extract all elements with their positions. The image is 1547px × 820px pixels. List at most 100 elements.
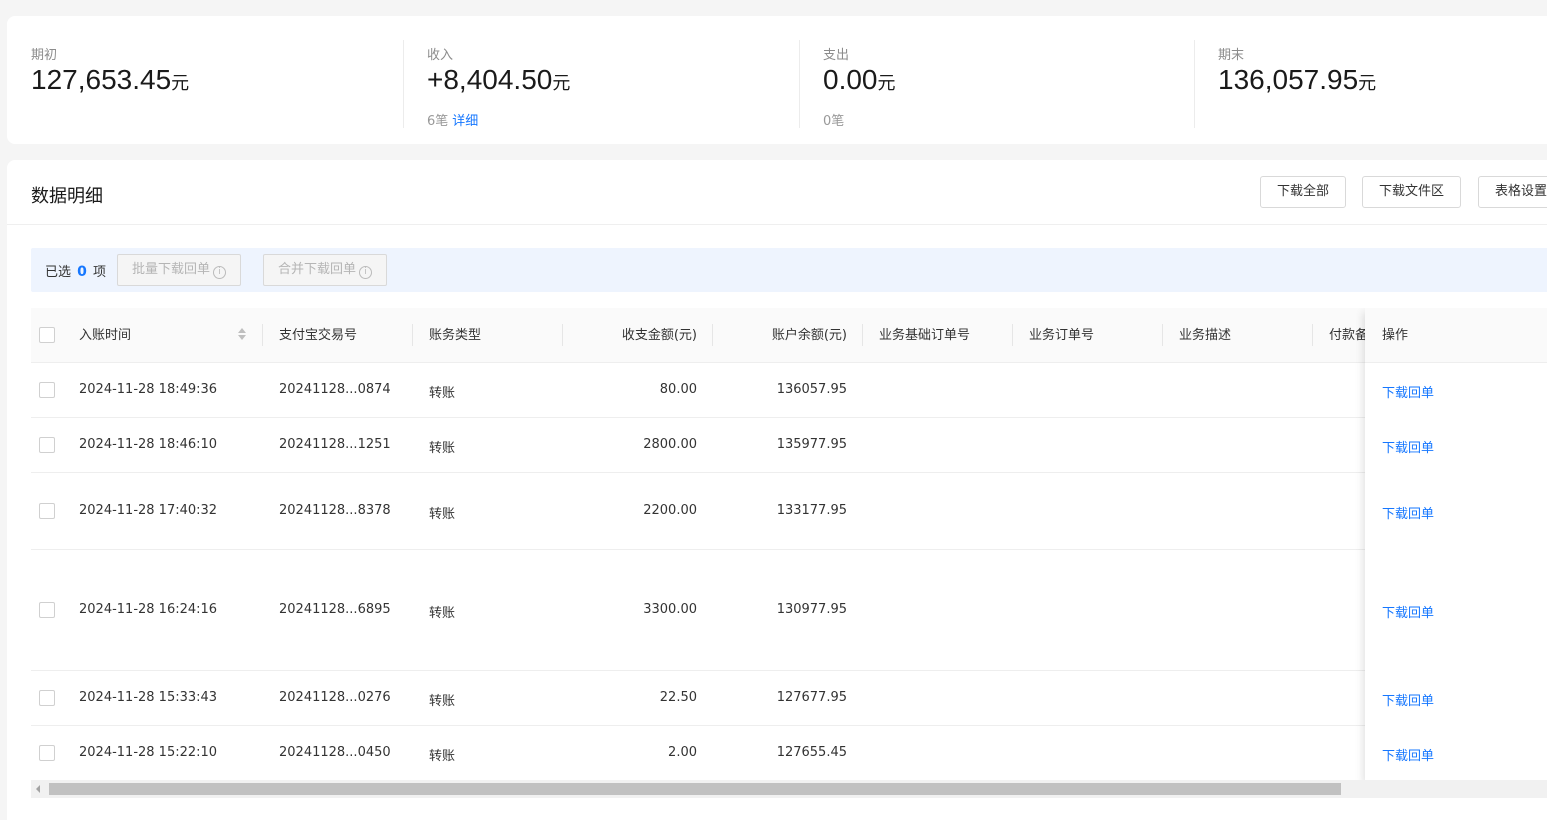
row-checkbox[interactable] [39,690,55,706]
download-all-button[interactable]: 下载全部 [1260,176,1347,208]
cell-balance: 130977.95 [776,602,847,617]
download-area-button[interactable]: 下载文件区 [1362,176,1462,208]
cell-amount: 80.00 [659,382,697,397]
scrollbar-thumb[interactable] [49,783,1341,795]
selection-text: 已选 0 项 [45,261,106,280]
cell-trade-no: 20241128...0874 [279,382,391,397]
batch-download-label: 批量下载回单 [132,262,211,277]
column-separator [1312,324,1313,346]
row-checkbox[interactable] [39,437,55,453]
col-header-amount: 收支金额(元) [621,328,697,343]
action-column-header: 操作 [1365,308,1547,363]
selection-suffix: 项 [93,265,107,280]
cell-trade-no: 20241128...1251 [279,437,391,452]
col-header-time: 入账时间 [79,328,132,343]
cell-amount: 2.00 [668,745,697,760]
opening-value: 127,653.45元 [31,64,189,96]
cell-trade-no: 20241128...0450 [279,745,391,760]
cell-balance: 136057.95 [776,382,847,397]
table-row: 2024-11-28 16:24:16 20241128...6895 转账 3… [31,550,1547,671]
col-header-type: 账务类型 [429,328,482,343]
expense-unit: 元 [877,73,896,94]
summary-divider [1194,40,1195,128]
download-receipt-link[interactable]: 下载回单 [1382,602,1434,621]
cell-time: 2024-11-28 16:24:16 [79,602,218,617]
expense-sub: 0笔 [823,110,844,129]
summary-card: 期初 127,653.45元 收入 +8,404.50元 6笔 详细 支出 0.0… [7,16,1547,144]
expense-count: 0笔 [823,114,845,129]
row-checkbox[interactable] [39,503,55,519]
col-header-balance: 账户余额(元) [771,328,847,343]
cell-balance: 135977.95 [776,437,847,452]
cell-amount: 3300.00 [643,602,697,617]
opening-unit: 元 [171,73,190,94]
income-detail-link[interactable]: 详细 [452,114,478,129]
row-checkbox[interactable] [39,382,55,398]
title-divider [7,224,1547,225]
closing-amount: 136,057.95 [1218,64,1359,95]
download-receipt-link[interactable]: 下载回单 [1382,690,1434,709]
download-receipt-link[interactable]: 下载回单 [1382,745,1434,764]
col-header-payer-note: 付款备 [1329,328,1369,343]
selection-prefix: 已选 [45,265,72,280]
table-header: 入账时间 支付宝交易号 账务类型 收支金额(元) 账户余额(元) 业务基础订单号… [31,308,1547,363]
row-checkbox[interactable] [39,745,55,761]
horizontal-scrollbar[interactable] [31,780,1547,798]
income-unit: 元 [552,73,571,94]
table-row: 2024-11-28 18:49:36 20241128...0874 转账 8… [31,363,1547,418]
transactions-table: 入账时间 支付宝交易号 账务类型 收支金额(元) 账户余额(元) 业务基础订单号… [31,308,1547,788]
scroll-left-arrow-icon[interactable] [36,785,40,793]
cell-trade-no: 20241128...0276 [279,690,391,705]
income-amount: +8,404.50 [427,64,553,95]
table-row: 2024-11-28 15:33:43 20241128...0276 转账 2… [31,671,1547,726]
cell-amount: 22.50 [659,690,697,705]
download-receipt-link[interactable]: 下载回单 [1382,382,1434,401]
detail-card: 数据明细 下载全部 下载文件区 表格设置 已选 0 项 批量下载回单 i 合并下载… [7,160,1547,820]
cell-type: 转账 [429,441,456,456]
column-separator [1012,324,1013,346]
table-row: 2024-11-28 15:22:10 20241128...0450 转账 2… [31,726,1547,781]
download-receipt-link[interactable]: 下载回单 [1382,503,1434,522]
cell-type: 转账 [429,694,456,709]
closing-unit: 元 [1358,73,1377,94]
cell-type: 转账 [429,386,456,401]
column-separator [1162,324,1163,346]
col-header-trade-no: 支付宝交易号 [279,328,358,343]
cell-trade-no: 20241128...6895 [279,602,391,617]
info-icon: i [213,266,227,279]
row-checkbox[interactable] [39,602,55,618]
selection-bar: 已选 0 项 批量下载回单 i 合并下载回单 i [31,248,1547,292]
cell-time: 2024-11-28 17:40:32 [79,503,218,518]
cell-time: 2024-11-28 15:22:10 [79,745,218,760]
cell-time: 2024-11-28 18:49:36 [79,382,218,397]
info-icon: i [359,266,373,279]
opening-amount: 127,653.45 [31,64,172,95]
cell-time: 2024-11-28 15:33:43 [79,690,218,705]
column-separator [712,324,713,346]
cell-type: 转账 [429,507,456,522]
cell-type: 转账 [429,606,456,621]
col-header-desc: 业务描述 [1179,328,1232,343]
cell-balance: 127655.45 [776,745,847,760]
merge-download-button[interactable]: 合并下载回单 i [263,254,388,286]
cell-balance: 127677.95 [776,690,847,705]
expense-amount: 0.00 [823,64,878,95]
column-separator [562,324,563,346]
table-row: 2024-11-28 17:40:32 20241128...8378 转账 2… [31,473,1547,550]
detail-title: 数据明细 [31,186,103,207]
expense-label: 支出 [823,48,850,63]
income-label: 收入 [427,48,454,63]
batch-download-button[interactable]: 批量下载回单 i [117,254,242,286]
selection-count: 0 [77,264,87,280]
opening-label: 期初 [31,48,58,63]
table-row: 2024-11-28 18:46:10 20241128...1251 转账 2… [31,418,1547,473]
download-receipt-link[interactable]: 下载回单 [1382,437,1434,456]
select-all-checkbox[interactable] [39,327,55,343]
income-value: +8,404.50元 [427,64,570,96]
table-settings-button[interactable]: 表格设置 [1478,176,1547,208]
column-separator [862,324,863,346]
cell-balance: 133177.95 [776,503,847,518]
col-header-base-order: 业务基础订单号 [879,328,971,343]
sort-icon[interactable] [237,328,247,342]
column-separator [262,324,263,346]
